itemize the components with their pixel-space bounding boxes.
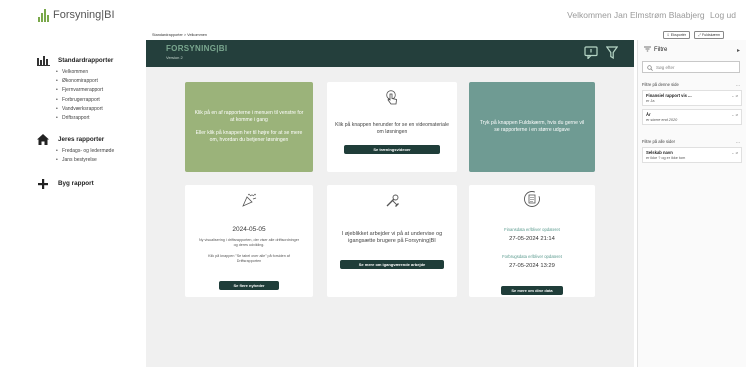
fullscreen-tip-text: Tryk på knappen Fuldskærm, hvis du gerne…	[479, 120, 585, 133]
all-filters-label: Filtre på alle sider	[642, 139, 676, 144]
consumption-data-date: 27-05-2024 13:29	[509, 263, 555, 270]
filter-value: er ikke ? og er ikke tom	[646, 156, 686, 160]
sidebar-heading-byg-rapport[interactable]: Byg rapport	[30, 178, 144, 190]
plus-icon	[36, 178, 50, 190]
finance-data-date: 27-05-2024 21:14	[509, 235, 555, 242]
report-version: Version 2	[166, 55, 183, 60]
filter-value: er større end 2020	[646, 118, 678, 122]
welcome-text: Velkommen Jan Elmstrøm Blaabjerg	[567, 10, 705, 20]
export-label: Eksportér	[670, 33, 687, 37]
fullscreen-tip-card: Tryk på knappen Fuldskærm, hvis du gerne…	[469, 82, 595, 172]
filter-title-label: Filtre	[654, 47, 668, 53]
sidebar-item-fjernvarmerapport[interactable]: Fjernvarmerapport	[56, 86, 144, 95]
all-filters-heading: Filtre på alle sider …	[638, 139, 746, 144]
fullscreen-label: Fuldskærm	[702, 33, 720, 37]
ongoing-work-text: I øjeblikket arbejder vi på at undervise…	[341, 231, 443, 245]
bar-chart-icon	[36, 54, 50, 66]
sidebar-item-okonomirapport[interactable]: Økonomirapport	[56, 77, 144, 86]
filter-card-finansiel-rapport[interactable]: Finansiel rapport vis ... er Ja ⌄ ⌀	[642, 90, 742, 106]
sidebar-item-velkommen[interactable]: Velkommen	[56, 68, 144, 77]
sidebar-list-standard: Velkommen Økonomirapport Fjernvarmerappo…	[30, 68, 144, 123]
filter-expand-icon[interactable]: ⌄ ⌀	[731, 112, 738, 117]
pointer-hand-icon	[385, 90, 399, 110]
data-info-button[interactable]: Se mere om dine data	[501, 285, 563, 295]
filter-search-input[interactable]: Søg efter	[656, 65, 675, 70]
report-toolbar: ⇩ Eksportér ⤢ Fuldskærm	[662, 31, 724, 39]
intro-text-help: Eller klik på knappen her til højre for …	[195, 130, 303, 143]
sidebar-heading-label: Standardrapporter	[58, 56, 114, 64]
filter-name: Finansiel rapport vis ...	[646, 93, 692, 98]
user-area: Velkommen Jan Elmstrøm Blaabjerg Log ud	[567, 10, 736, 20]
sidebar-heading-label: Byg rapport	[58, 180, 94, 188]
sidebar-item-driftsrapport[interactable]: Driftsrapport	[56, 114, 144, 123]
more-options-icon[interactable]: …	[736, 139, 740, 144]
logout-link[interactable]: Log ud	[710, 10, 736, 20]
tools-icon	[385, 193, 400, 213]
fullscreen-button[interactable]: ⤢ Fuldskærm	[694, 31, 724, 39]
filter-funnel-icon[interactable]	[605, 46, 619, 64]
comment-icon[interactable]	[584, 46, 598, 64]
celebration-icon	[241, 193, 257, 212]
page-filters-heading: Filtre på denne side …	[638, 82, 746, 87]
filter-card-selskab-navn[interactable]: Selskab navn er ikke ? og er ikke tom ⌄ …	[642, 147, 742, 163]
news-date: 2024-05-05	[232, 226, 266, 233]
sidebar-section-jeres: Jeres rapporter Fredags- og ledermøde Ja…	[30, 133, 144, 166]
report-title: FORSYNING|BI	[166, 44, 228, 53]
sidebar-item-forbrugerrapport[interactable]: Forbrugerrapport	[56, 96, 144, 105]
filter-value: er Ja	[646, 99, 655, 103]
sidebar-heading-jeres-rapporter[interactable]: Jeres rapporter	[30, 133, 144, 145]
filter-lines-icon	[644, 46, 651, 54]
finance-data-label: Finansdata er/bliver opdateret	[504, 227, 560, 232]
sidebar-item-vandvaerksrapport[interactable]: Vandværksrapport	[56, 105, 144, 114]
training-videos-button[interactable]: Se træningsvideoer	[344, 144, 440, 154]
report-header-icons	[584, 46, 619, 64]
sidebar-item-fredags-ledermode[interactable]: Fredags- og ledermøde	[56, 147, 144, 156]
intro-card: Klik på en af rapporterne i menuen til v…	[185, 82, 313, 172]
training-video-card: Klik på knappen herunder for se en video…	[327, 82, 457, 172]
filter-expand-icon[interactable]: ⌄ ⌀	[731, 93, 738, 98]
more-options-icon[interactable]: …	[736, 82, 740, 87]
filter-name: År	[646, 112, 651, 117]
breadcrumb: Standardrapporter > Velkommen	[152, 33, 207, 37]
filter-pane-title: Filtre	[644, 46, 667, 54]
intro-text-menu: Klik på en af rapporterne i menuen til v…	[194, 110, 304, 124]
sidebar: Standardrapporter Velkommen Økonomirappo…	[30, 44, 144, 367]
ongoing-work-button[interactable]: Se mere om igangværende arbejde	[340, 259, 444, 269]
filter-pane-header: Filtre ▸	[638, 40, 746, 54]
filter-search-field[interactable]: Søg efter	[642, 61, 740, 73]
app-logo[interactable]: Forsyning|BI	[38, 8, 115, 22]
filter-name: Selskab navn	[646, 150, 673, 155]
news-card: 2024-05-05 Ny visualisering i driftsrapp…	[185, 185, 313, 297]
sidebar-section-byg: Byg rapport	[30, 178, 144, 190]
collapse-pane-icon[interactable]: ▸	[737, 47, 740, 54]
search-icon	[647, 58, 653, 76]
training-text: Klik på knappen herunder for se en video…	[335, 122, 449, 135]
sidebar-item-jans-bestyrelse[interactable]: Jans bestyrelse	[56, 156, 144, 165]
ongoing-work-card: I øjeblikket arbejder vi på at undervise…	[327, 185, 457, 297]
page-filters-label: Filtre på denne side	[642, 82, 679, 87]
filter-pane: Filtre ▸ Søg efter Filtre på denne side …	[637, 40, 746, 367]
logo-text: Forsyning|BI	[53, 9, 115, 21]
data-status-card: Finansdata er/bliver opdateret 27-05-202…	[469, 185, 595, 297]
report-canvas: FORSYNING|BI Version 2 Klik på en af rap…	[146, 40, 634, 367]
filter-card-aar[interactable]: År er større end 2020 ⌄ ⌀	[642, 109, 742, 125]
sidebar-heading-label: Jeres rapporter	[58, 135, 105, 143]
news-text: Ny visualisering i driftsrapporten, der …	[199, 237, 300, 247]
home-icon	[36, 133, 50, 145]
export-button[interactable]: ⇩ Eksportér	[662, 31, 691, 39]
sidebar-section-standard: Standardrapporter Velkommen Økonomirappo…	[30, 54, 144, 123]
report-header: FORSYNING|BI Version 2	[146, 40, 634, 67]
more-news-button[interactable]: Se flere nyheder	[219, 280, 279, 290]
refresh-document-icon	[523, 190, 541, 213]
logo-bars-icon	[38, 8, 49, 22]
breadcrumb-bar: Standardrapporter > Velkommen ⇩ Eksporté…	[146, 30, 724, 40]
top-bar: Forsyning|BI Velkommen Jan Elmstrøm Blaa…	[0, 0, 746, 30]
sidebar-heading-standardrapporter[interactable]: Standardrapporter	[30, 54, 144, 66]
news-hint: Klik på knappen "Se tabel over alle" på …	[208, 253, 290, 263]
sidebar-list-jeres: Fredags- og ledermøde Jans bestyrelse	[30, 147, 144, 166]
consumption-data-label: Forbrugsdata er/bliver opdateret	[502, 254, 562, 260]
filter-expand-icon[interactable]: ⌄ ⌀	[731, 150, 738, 155]
